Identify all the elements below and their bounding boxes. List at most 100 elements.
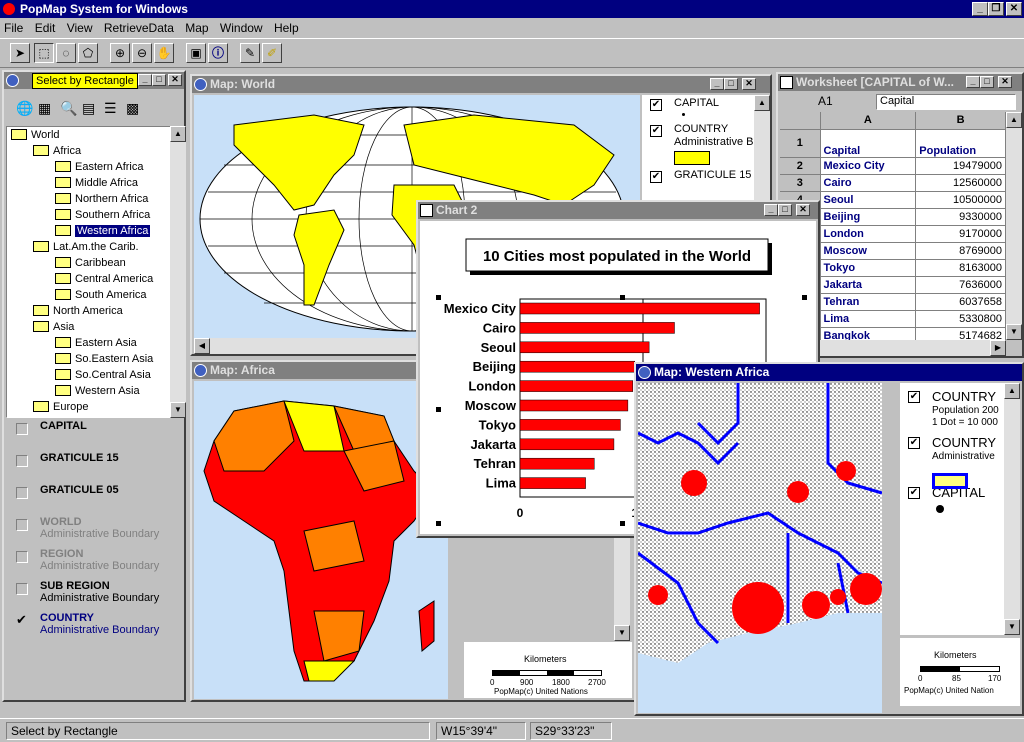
world-close-button[interactable]: ✕ bbox=[742, 78, 756, 90]
table-cell[interactable]: 9170000 bbox=[915, 225, 1006, 243]
tree-item[interactable]: Western Africa bbox=[55, 223, 151, 239]
chart-maximize-button[interactable]: □ bbox=[778, 204, 792, 216]
table-cell[interactable]: Cairo bbox=[820, 174, 917, 192]
layer-checkbox[interactable] bbox=[16, 423, 28, 435]
grid-view-icon[interactable]: ▩ bbox=[126, 100, 139, 117]
layer-item[interactable]: CAPITAL bbox=[16, 420, 182, 448]
table-cell[interactable]: 8163000 bbox=[915, 259, 1006, 277]
select-circle-tool-icon[interactable]: ◌ bbox=[56, 43, 76, 63]
worksheet-scrollbar[interactable]: ▲ ▼ bbox=[1006, 112, 1022, 340]
layer-checkbox[interactable]: ✔ bbox=[16, 613, 28, 627]
menu-file[interactable]: File bbox=[0, 19, 27, 37]
layer-item[interactable]: ✔ COUNTRY Administrative Boundary bbox=[16, 612, 182, 640]
column-header[interactable]: A bbox=[820, 112, 917, 130]
table-cell[interactable]: Seoul bbox=[820, 191, 917, 209]
worksheet-minimize-button[interactable]: _ bbox=[966, 76, 980, 88]
table-cell[interactable]: Moscow bbox=[820, 242, 917, 260]
zoom-in-icon[interactable]: ⊕ bbox=[110, 43, 130, 63]
tree-item[interactable]: Eastern Africa bbox=[55, 159, 143, 175]
tree-item[interactable]: Southern Africa bbox=[55, 207, 150, 223]
tree-close-button[interactable]: ✕ bbox=[168, 74, 182, 86]
cell-value-field[interactable]: Capital bbox=[876, 94, 1016, 110]
select-rectangle-tool-icon[interactable]: ⬚ bbox=[34, 43, 54, 63]
layer-item[interactable]: WORLD Administrative Boundary bbox=[16, 516, 182, 544]
table-cell[interactable]: Lima bbox=[820, 310, 917, 328]
legend-checkbox[interactable]: ✔ bbox=[650, 125, 662, 137]
tree-item[interactable]: Northern Africa bbox=[55, 191, 148, 207]
globe-view-icon[interactable]: 🌐 bbox=[16, 100, 33, 117]
table-cell[interactable]: 6037658 bbox=[915, 293, 1006, 311]
worksheet-close-button[interactable]: ✕ bbox=[998, 76, 1012, 88]
tree-item[interactable]: Middle Africa bbox=[55, 175, 138, 191]
layer-checkbox[interactable] bbox=[16, 551, 28, 563]
layer-item[interactable]: GRATICULE 15 bbox=[16, 452, 182, 480]
column-header[interactable] bbox=[780, 112, 821, 130]
legend-tool-icon[interactable]: ✎ bbox=[240, 43, 260, 63]
zoom-doc-icon[interactable]: 🔍 bbox=[60, 100, 77, 117]
legend-entry[interactable]: ✔ COUNTRY Population 200 1 Dot = 10 000 bbox=[908, 389, 1004, 433]
minimize-button[interactable]: _ bbox=[972, 2, 988, 16]
legend-checkbox[interactable]: ✔ bbox=[908, 391, 920, 403]
table-cell[interactable]: Jakarta bbox=[820, 276, 917, 294]
tree-item[interactable]: North America bbox=[33, 303, 123, 319]
table-cell[interactable]: 12560000 bbox=[915, 174, 1006, 192]
table-cell[interactable]: 10500000 bbox=[915, 191, 1006, 209]
menu-edit[interactable]: Edit bbox=[31, 19, 60, 37]
highlight-tool-icon[interactable]: ✐ bbox=[262, 43, 282, 63]
table-cell[interactable]: 7636000 bbox=[915, 276, 1006, 294]
table-cell[interactable]: Capital bbox=[820, 129, 917, 158]
tree-item[interactable]: So.Central Asia bbox=[55, 367, 151, 383]
pointer-tool-icon[interactable]: ➤ bbox=[10, 43, 30, 63]
table-view-icon[interactable]: ▦ bbox=[38, 100, 51, 117]
tree-maximize-button[interactable]: □ bbox=[152, 74, 166, 86]
zoom-out-icon[interactable]: ⊖ bbox=[132, 43, 152, 63]
layer-checkbox[interactable] bbox=[16, 583, 28, 595]
scroll-up-icon[interactable]: ▲ bbox=[1006, 112, 1022, 128]
menu-help[interactable]: Help bbox=[270, 19, 303, 37]
world-maximize-button[interactable]: □ bbox=[724, 78, 738, 90]
tree-item[interactable]: So.Eastern Asia bbox=[55, 351, 153, 367]
worksheet-maximize-button[interactable]: □ bbox=[980, 76, 994, 88]
table-cell[interactable]: 19479000 bbox=[915, 157, 1006, 175]
tree-minimize-button[interactable]: _ bbox=[138, 74, 152, 86]
scroll-up-icon[interactable]: ▲ bbox=[754, 95, 770, 111]
tree-scrollbar[interactable]: ▲ ▼ bbox=[170, 126, 186, 418]
scroll-down-icon[interactable]: ▼ bbox=[1006, 324, 1022, 340]
scroll-down-icon[interactable]: ▼ bbox=[1004, 619, 1020, 635]
chart-minimize-button[interactable]: _ bbox=[764, 204, 778, 216]
select-polygon-tool-icon[interactable]: ⬠ bbox=[78, 43, 98, 63]
table-cell[interactable]: London bbox=[820, 225, 917, 243]
world-minimize-button[interactable]: _ bbox=[710, 78, 724, 90]
row-header[interactable]: 1 bbox=[780, 129, 821, 158]
info-icon[interactable]: ⓘ bbox=[208, 43, 228, 63]
tree-item[interactable]: Central America bbox=[55, 271, 153, 287]
tree-item[interactable]: South America bbox=[55, 287, 147, 303]
table-row[interactable]: 3 Cairo 12560000 bbox=[780, 174, 1006, 192]
list-view-icon[interactable]: ☰ bbox=[104, 100, 117, 117]
tree-item[interactable]: Lat.Am.the Carib. bbox=[33, 239, 139, 255]
layer-checkbox[interactable] bbox=[16, 455, 28, 467]
tree-item[interactable]: Western Asia bbox=[55, 383, 140, 399]
table-cell[interactable]: Tokyo bbox=[820, 259, 917, 277]
tree-item[interactable]: Eastern Asia bbox=[55, 335, 137, 351]
table-cell[interactable]: Tehran bbox=[820, 293, 917, 311]
legend-checkbox[interactable]: ✔ bbox=[908, 487, 920, 499]
western-legend-scrollbar[interactable]: ▲ ▼ bbox=[1004, 383, 1020, 635]
table-cell[interactable]: 5330800 bbox=[915, 310, 1006, 328]
table-cell[interactable]: 8769000 bbox=[915, 242, 1006, 260]
menu-retrievedata[interactable]: RetrieveData bbox=[100, 19, 178, 37]
legend-entry[interactable]: ✔ CAPITAL bbox=[908, 485, 1004, 529]
table-cell[interactable]: Mexico City bbox=[820, 157, 917, 175]
column-header[interactable]: B bbox=[915, 112, 1006, 130]
restore-button[interactable]: ❐ bbox=[988, 2, 1004, 16]
doc-icon[interactable]: ▤ bbox=[82, 100, 95, 117]
africa-scrollbar[interactable]: ▼ bbox=[614, 527, 630, 641]
pan-hand-icon[interactable]: ✋ bbox=[154, 43, 174, 63]
layer-item[interactable]: SUB REGION Administrative Boundary bbox=[16, 580, 182, 608]
close-button[interactable]: ✕ bbox=[1006, 2, 1022, 16]
row-header[interactable]: 2 bbox=[780, 157, 821, 175]
table-row[interactable]: 2 Mexico City 19479000 bbox=[780, 157, 1006, 175]
chart-close-button[interactable]: ✕ bbox=[796, 204, 810, 216]
tree-item[interactable]: Caribbean bbox=[55, 255, 126, 271]
legend-checkbox[interactable]: ✔ bbox=[908, 437, 920, 449]
